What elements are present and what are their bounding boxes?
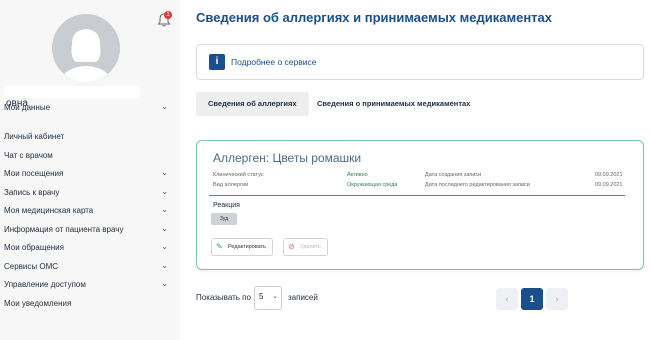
chevron-down-icon: ⌄ [161, 168, 168, 177]
tab-medications[interactable]: Сведения о принимаемых медикаментах [305, 92, 482, 116]
chevron-down-icon: ⌄ [161, 102, 168, 111]
sidebar-item-label: Управление доступом [4, 280, 86, 289]
per-page-suffix: записей [288, 293, 318, 302]
current-page-button[interactable]: 1 [521, 288, 543, 310]
chevron-down-icon: ⌄ [272, 293, 278, 300]
sidebar-item-label: Мои данные [4, 103, 51, 112]
created-date-value: 09.09.2021 [595, 172, 623, 178]
edited-date-label: Дата последнего редактирования записи [425, 182, 530, 188]
sidebar-item-label: Моя медицинская карта [4, 206, 94, 215]
sidebar-item-doctor-chat[interactable]: Чат с врачом [4, 151, 170, 160]
sidebar-item-my-visits[interactable]: Мои посещения ⌄ [4, 168, 170, 178]
sidebar-item-medical-card[interactable]: Моя медицинская карта ⌄ [4, 205, 170, 215]
clinical-status-label: Клинический статус [213, 172, 264, 178]
sidebar-item-my-requests[interactable]: Мои обращения ⌄ [4, 242, 170, 252]
name-redaction [4, 86, 140, 98]
allergy-card: Аллерген: Цветы ромашки Клинический стат… [196, 140, 644, 270]
chevron-down-icon: ⌄ [161, 261, 168, 270]
sidebar-item-label: Сервисы ОМС [4, 262, 59, 271]
reaction-label: Реакция [213, 202, 240, 209]
next-page-button[interactable]: › [546, 288, 568, 310]
card-divider [209, 195, 625, 196]
sidebar-item-label: Информация от пациента врачу [4, 225, 124, 234]
sidebar-item-patient-info[interactable]: Информация от пациента врачу ⌄ [4, 224, 170, 234]
chevron-down-icon: ⌄ [161, 224, 168, 233]
sidebar-item-label: Личный кабинет [4, 132, 65, 141]
delete-button-label: Удалить [300, 244, 321, 250]
avatar[interactable] [52, 14, 120, 82]
allergy-type-label: Вид аллергии [213, 182, 249, 188]
per-page-prefix: Показывать по [196, 293, 251, 302]
sidebar-item-label: Мои посещения [4, 169, 64, 178]
created-date-label: Дата создания записи [425, 172, 482, 178]
sidebar-item-label: Запись к врачу [4, 188, 60, 197]
sidebar-item-label: Мои уведомления [4, 299, 72, 308]
clinical-status-value: Активно [347, 172, 368, 178]
user-silhouette-icon [60, 29, 112, 82]
service-info-link[interactable]: Подробнее о сервисе [231, 57, 316, 67]
sidebar-item-label: Мои обращения [4, 243, 64, 252]
prev-page-button[interactable]: ‹ [496, 288, 518, 310]
allergy-type-value: Окружающая среда [347, 182, 398, 188]
sidebar-item-notifications[interactable]: Мои уведомления [4, 299, 170, 308]
sidebar-item-label: Чат с врачом [4, 151, 53, 160]
notification-badge: 1 [164, 11, 172, 19]
edited-date-value: 09.09.2021 [595, 182, 623, 188]
sidebar-item-access-management[interactable]: Управление доступом ⌄ [4, 279, 170, 289]
tab-allergies[interactable]: Сведения об аллергиях [196, 92, 309, 116]
info-icon: i [209, 54, 225, 70]
chevron-down-icon: ⌄ [161, 187, 168, 196]
per-page-value: 5 [259, 292, 264, 301]
chevron-down-icon: ⌄ [161, 205, 168, 214]
sidebar: 1 овна Мои данные ⌄ Личный кабинет Чат с… [0, 0, 180, 340]
page-title: Сведения об аллергиях и принимаемых меди… [196, 10, 553, 25]
per-page-select[interactable]: 5 ⌄ [254, 286, 282, 310]
pencil-icon: ✎ [216, 242, 223, 251]
chevron-down-icon: ⌄ [161, 279, 168, 288]
sidebar-item-personal-cabinet[interactable]: Личный кабинет [4, 132, 170, 141]
sidebar-item-oms-services[interactable]: Сервисы ОМС ⌄ [4, 261, 170, 271]
delete-button[interactable]: ⊘ Удалить [283, 238, 328, 256]
allergy-title: Аллерген: Цветы ромашки [213, 151, 362, 165]
sidebar-item-my-data[interactable]: Мои данные ⌄ [4, 102, 170, 112]
delete-icon: ⊘ [288, 242, 295, 251]
service-info-box[interactable]: i Подробнее о сервисе [196, 44, 644, 80]
chevron-down-icon: ⌄ [161, 242, 168, 251]
sidebar-item-doctor-appointment[interactable]: Запись к врачу ⌄ [4, 187, 170, 197]
reaction-chip: Зуд [211, 213, 237, 225]
edit-button[interactable]: ✎ Редактировать [211, 238, 273, 256]
edit-button-label: Редактировать [228, 244, 266, 250]
user-name: овна [4, 86, 154, 109]
